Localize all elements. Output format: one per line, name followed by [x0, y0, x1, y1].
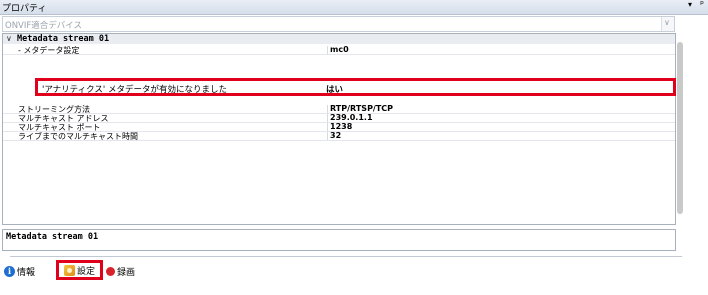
description-pane: Metadata stream 01 — [2, 229, 676, 251]
chevron-down-icon: ∨ — [664, 18, 670, 27]
description-title: Metadata stream 01 — [6, 232, 99, 242]
device-select-value: ONVIF適合デバイス — [5, 21, 83, 31]
group-header[interactable]: ∨ Metadata stream 01 — [3, 34, 675, 44]
settings-icon — [63, 264, 75, 276]
tab-record[interactable]: 録画 — [106, 262, 135, 280]
info-icon — [4, 265, 15, 277]
vertical-scrollbar[interactable] — [677, 42, 683, 214]
pin-icon[interactable]: ᵖ — [700, 0, 704, 10]
property-row[interactable]: - メタデータ設定 mc0 — [3, 45, 675, 55]
property-label: ライブまでのマルチキャスト時間 — [18, 132, 138, 141]
property-row[interactable]: ライブまでのマルチキャスト時間 32 — [3, 131, 675, 141]
tab-label: 設定 — [76, 266, 95, 277]
panel-title-bar: プロパティ ▾ ᵖ — [0, 0, 708, 15]
column-separator — [327, 105, 328, 113]
property-label: 'アナリティクス' メタデータが有効になりました — [42, 85, 227, 95]
panel-menu-arrow-icon[interactable]: ▾ — [688, 0, 692, 9]
column-separator — [327, 123, 328, 131]
property-grid: ∨ Metadata stream 01 - メタデータ設定 mc0 ストリーミ… — [2, 33, 676, 225]
column-separator — [327, 46, 328, 54]
column-separator — [327, 114, 328, 122]
device-select[interactable]: ONVIF適合デバイス ∨ — [2, 16, 675, 32]
device-select-arrow[interactable]: ∨ — [661, 17, 674, 31]
tab-label: 情報 — [17, 267, 36, 278]
column-separator — [327, 132, 328, 140]
property-value: mc0 — [330, 45, 349, 54]
tab-settings[interactable]: 設定 — [56, 260, 103, 280]
property-value: 32 — [330, 131, 342, 140]
analytics-metadata-row[interactable]: 'アナリティクス' メタデータが有効になりました はい — [35, 78, 676, 96]
tab-label: 録画 — [117, 267, 136, 278]
collapse-icon[interactable]: ∨ — [6, 34, 12, 43]
property-value: RTP/RTSP/TCP — [330, 104, 394, 113]
group-name: Metadata stream 01 — [17, 34, 110, 44]
divider — [10, 256, 682, 257]
property-value: 1238 — [330, 122, 353, 131]
record-icon — [106, 266, 115, 276]
property-label: - メタデータ設定 — [18, 46, 80, 55]
property-value[interactable]: はい — [326, 83, 343, 95]
property-value: 239.0.1.1 — [330, 113, 373, 122]
tab-info[interactable]: 情報 — [4, 262, 35, 280]
panel-title: プロパティ — [2, 4, 47, 14]
